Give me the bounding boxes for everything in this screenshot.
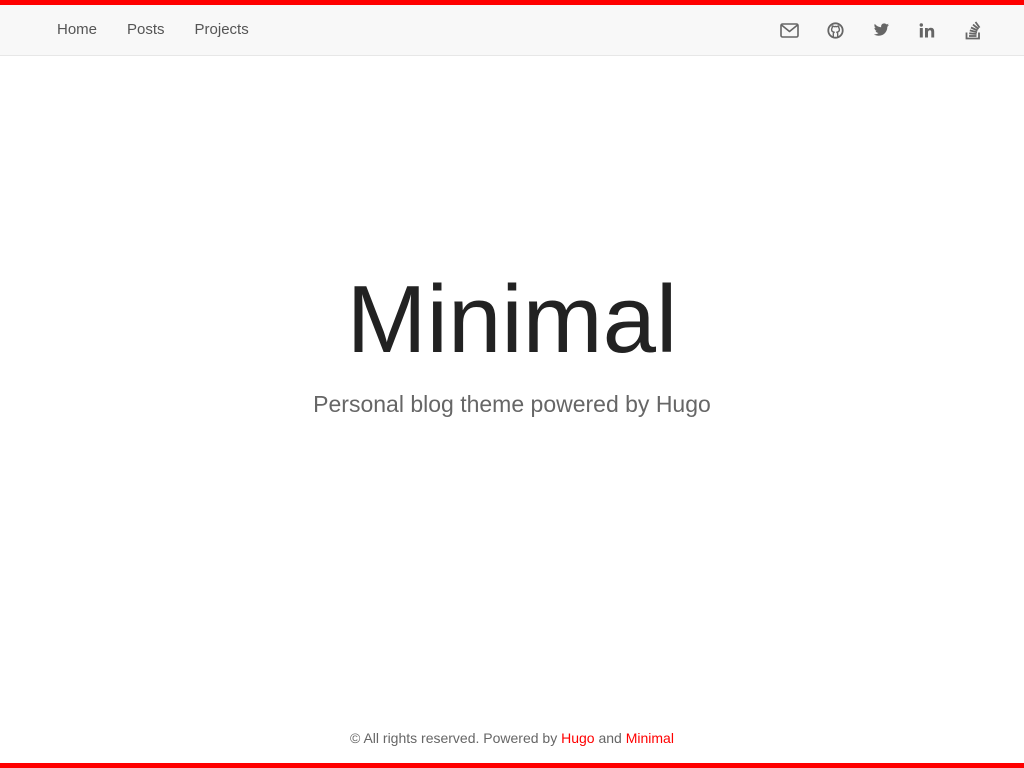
- nav-links: Home Posts Projects: [42, 5, 264, 55]
- page: Home Posts Projects Minimal Personal blo…: [0, 0, 1024, 768]
- linkedin-icon: [919, 22, 935, 37]
- footer-hugo-link[interactable]: Hugo: [561, 730, 594, 746]
- hero: Minimal Personal blog theme powered by H…: [0, 262, 1024, 419]
- nav-link-projects[interactable]: Projects: [180, 5, 264, 55]
- github-icon: [826, 21, 844, 39]
- stackoverflow-icon: [965, 20, 981, 39]
- social-links: [766, 5, 996, 55]
- footer-and: and: [598, 730, 622, 746]
- site-subtitle: Personal blog theme powered by Hugo: [313, 391, 711, 417]
- github-link[interactable]: [812, 5, 858, 55]
- nav-link-posts[interactable]: Posts: [112, 5, 180, 55]
- twitter-link[interactable]: [858, 5, 904, 55]
- navbar: Home Posts Projects: [0, 5, 1024, 56]
- email-link[interactable]: [766, 5, 812, 55]
- linkedin-link[interactable]: [904, 5, 950, 55]
- twitter-icon: [873, 23, 889, 36]
- footer: © All rights reserved. Powered by Hugo a…: [0, 728, 1024, 748]
- footer-minimal-link[interactable]: Minimal: [626, 730, 674, 746]
- site-title: Minimal: [346, 266, 678, 373]
- mail-icon: [779, 22, 799, 38]
- stackoverflow-link[interactable]: [950, 5, 996, 55]
- nav-link-home[interactable]: Home: [42, 5, 112, 55]
- footer-copyright: © All rights reserved. Powered by: [350, 730, 558, 746]
- bottom-accent-bar: [0, 763, 1024, 768]
